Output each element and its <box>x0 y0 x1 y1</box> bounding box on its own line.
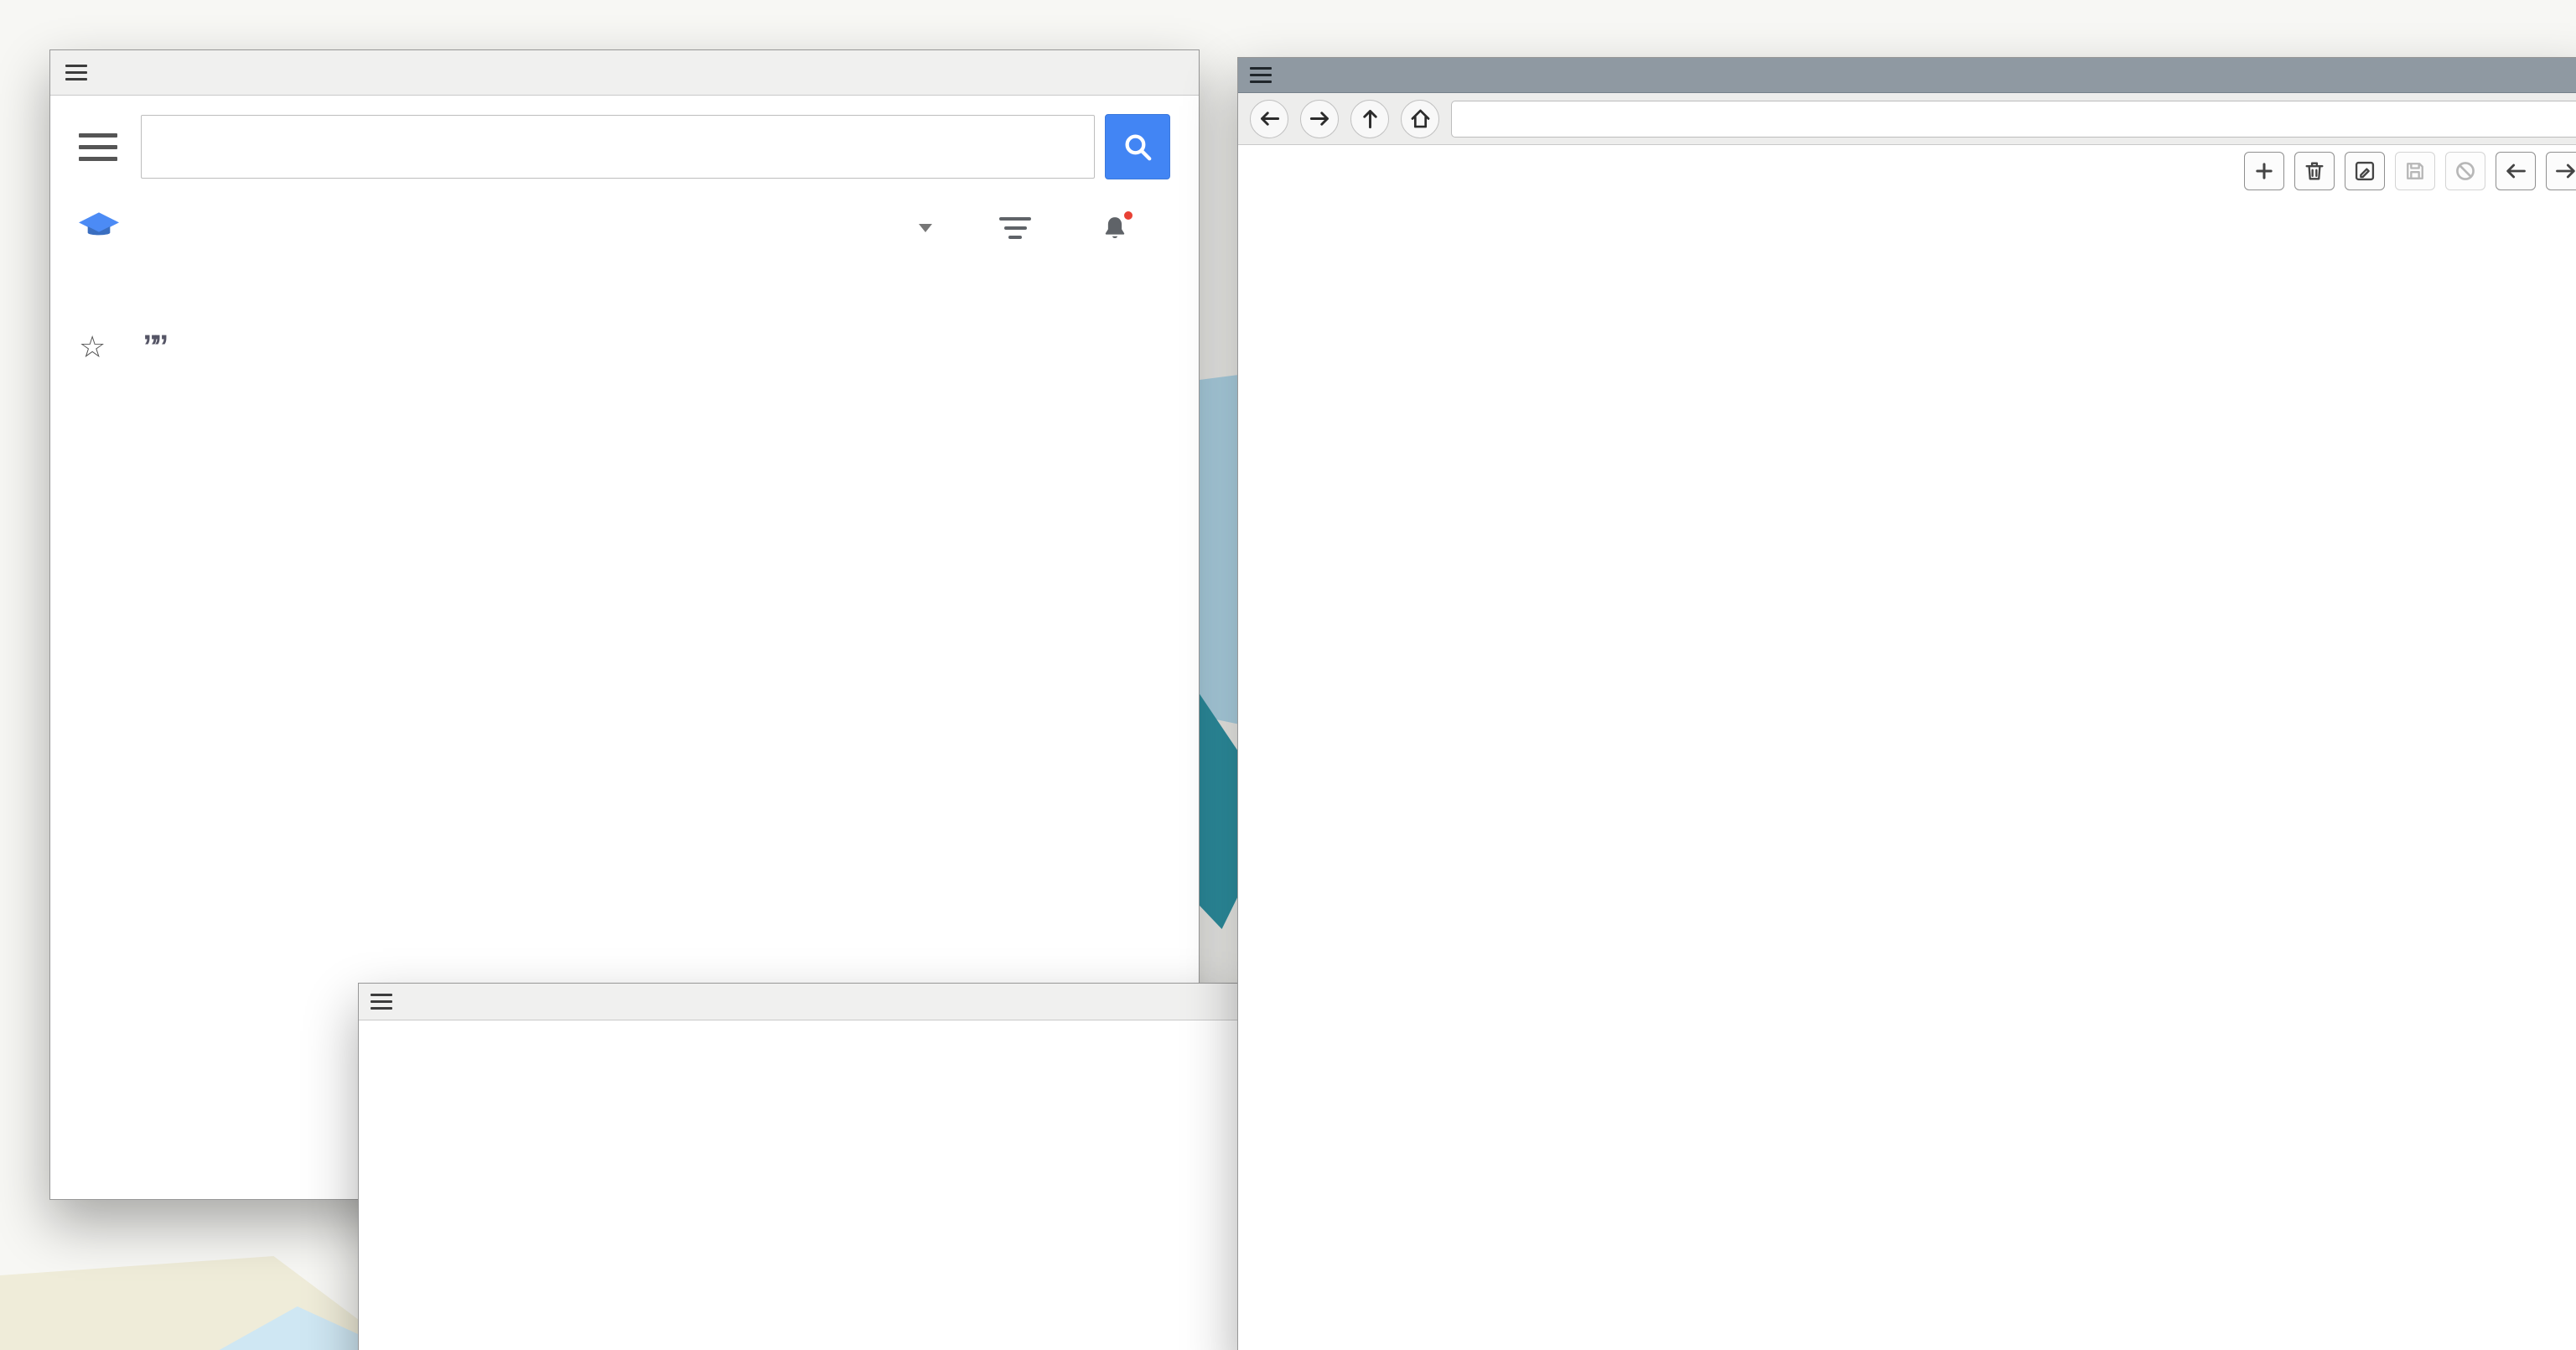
trash-icon <box>2303 159 2326 183</box>
search-button[interactable] <box>1105 114 1170 179</box>
workspace-window-titlebar[interactable] <box>359 984 1239 1020</box>
scholar-menu-icon[interactable] <box>79 133 117 161</box>
pdf-browser-window <box>1237 57 2576 1350</box>
save-star-icon[interactable]: ☆ <box>79 332 106 362</box>
scholar-result: ☆ ”” <box>50 287 1081 427</box>
paper-column-right <box>1981 434 2513 463</box>
add-button[interactable] <box>2244 152 2284 190</box>
page-back-button[interactable] <box>2496 152 2536 190</box>
pdf-window-titlebar[interactable] <box>1238 58 2576 93</box>
alerts-bell-icon[interactable] <box>1101 214 1128 242</box>
plus-icon <box>2252 159 2276 183</box>
arrow-right-icon <box>2554 159 2576 183</box>
desktop: ☆ ”” <box>0 0 2576 1350</box>
google-scholar-logo-icon[interactable] <box>79 211 119 245</box>
edit-button[interactable] <box>2345 152 2385 190</box>
cite-quote-icon[interactable]: ”” <box>143 335 169 360</box>
back-button[interactable] <box>1250 100 1288 138</box>
result-footer <box>79 401 1053 427</box>
arrow-left-icon <box>2504 159 2527 183</box>
code-editor[interactable] <box>359 1020 1239 1350</box>
paper-column-left <box>1390 434 1922 463</box>
save-button[interactable] <box>2395 152 2435 190</box>
delete-button[interactable] <box>2294 152 2335 190</box>
code-gutter <box>359 1032 434 1350</box>
result-actions: ☆ ”” <box>79 332 1053 362</box>
filter-icon[interactable] <box>999 217 1031 239</box>
window-menu-icon[interactable] <box>1250 67 1272 83</box>
code-lines <box>434 1032 473 1350</box>
url-input[interactable] <box>1451 101 2576 138</box>
paper-columns <box>1390 434 2513 463</box>
forward-button[interactable] <box>1300 100 1339 138</box>
scholar-search-bar <box>50 96 1199 179</box>
up-button[interactable] <box>1350 100 1389 138</box>
browser-nav-bar <box>1238 93 2576 145</box>
ban-circle-icon <box>2454 159 2477 183</box>
page-forward-button[interactable] <box>2546 152 2576 190</box>
home-icon <box>1409 107 1432 130</box>
scholar-header <box>50 198 1199 258</box>
search-icon <box>1122 131 1153 163</box>
workspace-window <box>358 983 1240 1350</box>
year-filter-dropdown[interactable] <box>909 224 932 232</box>
window-menu-icon[interactable] <box>371 994 392 1010</box>
home-button[interactable] <box>1401 100 1439 138</box>
pdf-viewer <box>1238 145 2576 1350</box>
search-input[interactable] <box>141 115 1095 179</box>
chevron-down-icon <box>919 224 932 232</box>
arrow-left-icon <box>1258 107 1281 130</box>
browser-window-titlebar[interactable] <box>50 50 1199 96</box>
pdf-page <box>1390 145 2513 463</box>
notification-dot <box>1122 210 1134 221</box>
arrow-right-icon <box>1309 107 1331 130</box>
edit-pencil-icon <box>2353 159 2376 183</box>
window-menu-icon[interactable] <box>65 65 87 80</box>
pdf-availability <box>1043 287 1053 317</box>
cancel-button[interactable] <box>2445 152 2485 190</box>
floppy-save-icon <box>2403 159 2427 183</box>
arrow-up-icon <box>1359 107 1381 130</box>
pdf-toolbar <box>2244 152 2576 190</box>
